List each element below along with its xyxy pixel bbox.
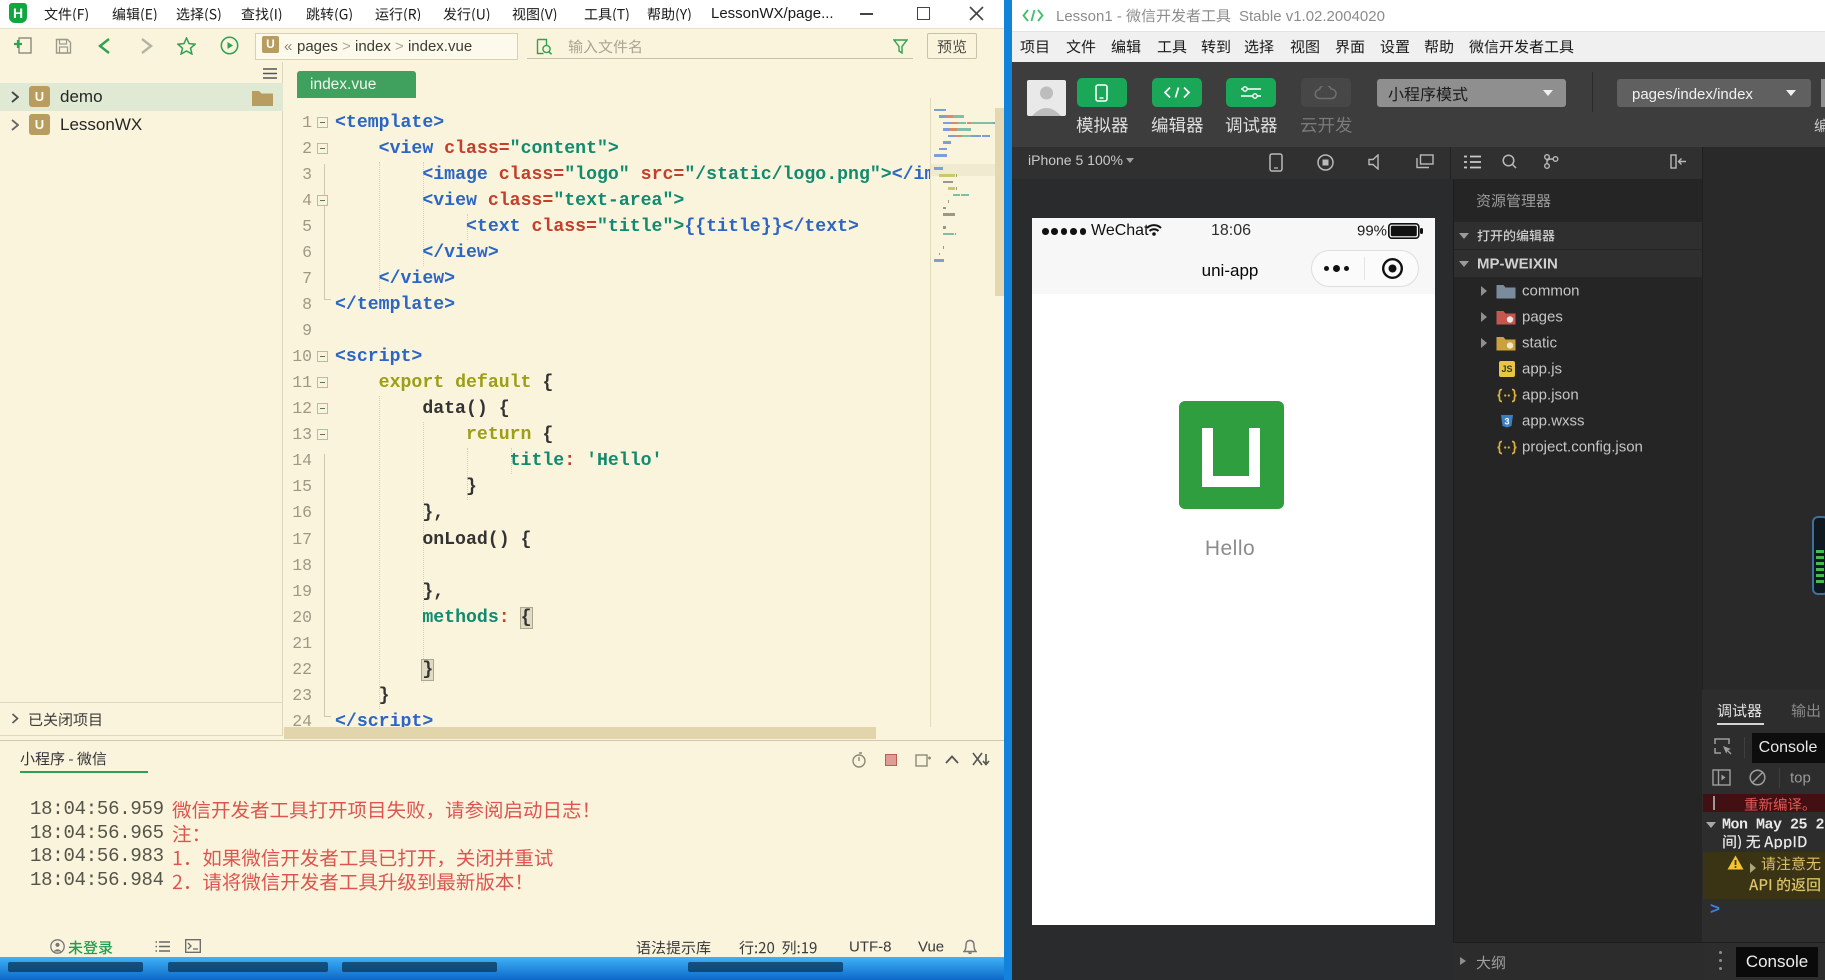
svg-text:3: 3 xyxy=(1504,417,1509,427)
